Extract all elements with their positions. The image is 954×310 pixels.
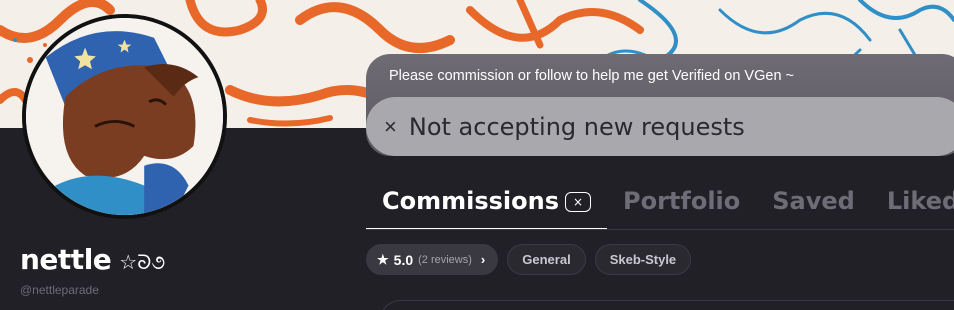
- commission-card-edge: [380, 300, 954, 310]
- rating-score: 5.0: [393, 251, 414, 268]
- rating-reviews: (2 reviews): [418, 253, 472, 266]
- tab-label: Saved: [772, 187, 855, 215]
- profile-tabs: Commissions × Portfolio Saved Liked: [366, 182, 954, 230]
- star-icon: ★: [377, 251, 389, 267]
- avatar[interactable]: [22, 14, 227, 219]
- filter-chips: ★ 5.0 (2 reviews) › General Skeb-Style: [366, 244, 692, 275]
- tab-liked[interactable]: Liked: [871, 182, 954, 230]
- tabs-divider: [366, 229, 954, 230]
- commission-status-pill: × Not accepting new requests: [366, 97, 954, 156]
- rating-chip[interactable]: ★ 5.0 (2 reviews) ›: [366, 244, 499, 275]
- profile-name: nettle: [20, 243, 112, 276]
- name-decoration: ☆ᘐ૭: [119, 249, 166, 274]
- tab-label: Portfolio: [623, 187, 741, 215]
- tab-label: Commissions: [382, 187, 559, 215]
- chevron-right-icon: ›: [480, 252, 486, 267]
- profile-name-row: nettle ☆ᘐ૭: [20, 243, 165, 276]
- tab-saved[interactable]: Saved: [756, 182, 871, 230]
- tag-chip-general[interactable]: General: [507, 244, 586, 275]
- avatar-image: [26, 18, 223, 215]
- tag-chip-skeb-style[interactable]: Skeb-Style: [594, 244, 692, 275]
- close-icon: ×: [384, 113, 397, 139]
- tab-label: Liked: [886, 187, 954, 215]
- notice-message: Please commission or follow to help me g…: [389, 68, 795, 84]
- closed-badge-icon: ×: [565, 192, 591, 212]
- profile-handle: @nettleparade: [20, 283, 99, 297]
- commission-status: Not accepting new requests: [408, 112, 745, 141]
- tab-portfolio[interactable]: Portfolio: [607, 182, 756, 230]
- tab-commissions[interactable]: Commissions ×: [366, 182, 607, 230]
